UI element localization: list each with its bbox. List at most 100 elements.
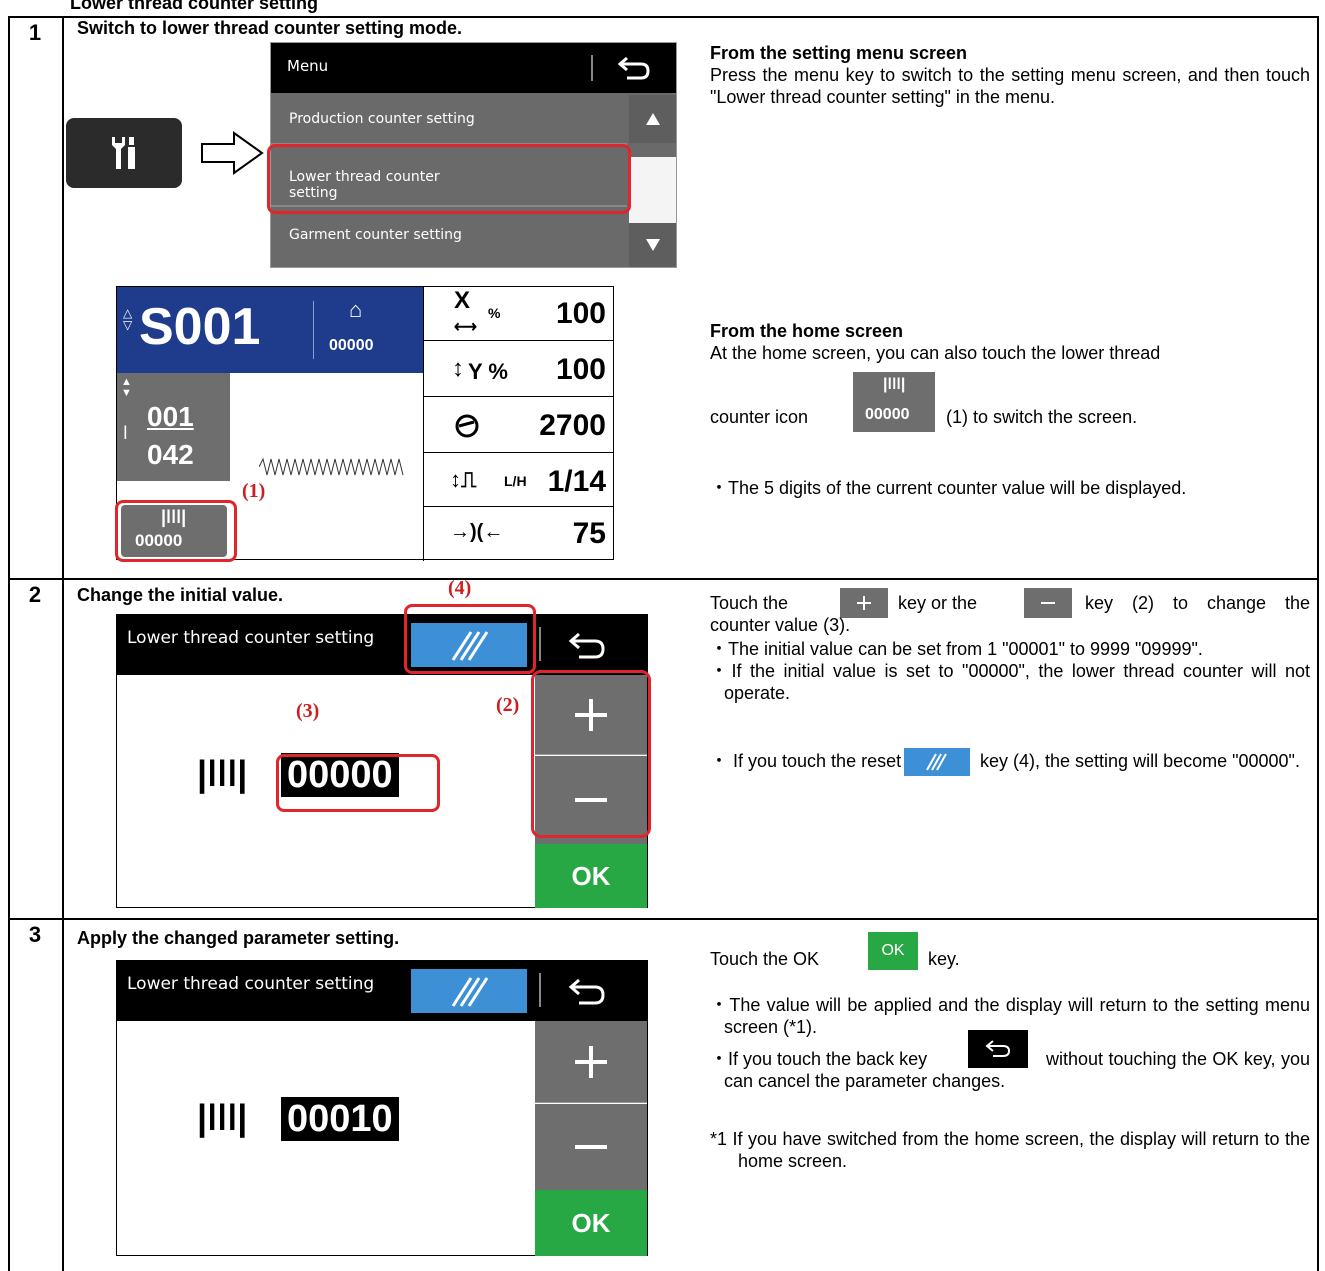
back-icon[interactable]	[567, 977, 607, 1007]
step3-footnote: *1 If you have switched from the home sc…	[710, 1128, 1310, 1172]
plus-key[interactable]	[535, 1021, 647, 1103]
triangle-down-icon	[645, 239, 660, 251]
menu-title: Menu	[287, 57, 329, 75]
step-number: 3	[28, 922, 42, 947]
bobbin-icon: |ǀǀǀ|	[197, 1097, 248, 1138]
step1-desc-b: From the home screen At the home screen,…	[710, 320, 1310, 364]
step-number: 1	[28, 20, 42, 45]
step3-line1: Touch the OK	[710, 948, 819, 970]
step-title: Switch to lower thread counter setting m…	[77, 18, 463, 38]
menu-item-label: Production counter setting	[289, 111, 475, 127]
highlight-reset-key	[404, 604, 536, 674]
step2-line1c: key (2) to change the counter value (3).	[710, 592, 1310, 636]
stitch-preview	[259, 457, 404, 476]
desc-note: ・The 5 digits of the current counter val…	[710, 478, 1187, 498]
tension-icon: →)(←	[450, 521, 504, 543]
desc-text: (1) to switch the screen.	[946, 407, 1138, 427]
step3-note2b: without touching the OK key, you can can…	[724, 1048, 1310, 1092]
scrollbar-thumb[interactable]	[629, 143, 676, 157]
step1-note: ・The 5 digits of the current counter val…	[710, 476, 1310, 501]
x-scale-icon: X ⟷	[454, 287, 477, 337]
scroll-down-button[interactable]	[629, 223, 676, 267]
minus-icon	[575, 1145, 607, 1149]
param-y[interactable]: ↕ Y % 100	[424, 341, 614, 397]
shirt-icon: ⌂	[349, 297, 363, 322]
ok-button[interactable]: OK	[535, 1190, 647, 1256]
callout-4: (4)	[448, 577, 472, 599]
counter-screen-3: Lower thread counter setting |ǀǀǀ| 00010…	[116, 960, 648, 1256]
step-title: Apply the changed parameter setting.	[77, 928, 400, 948]
x-label: %	[488, 305, 501, 321]
pattern-number: S001	[139, 298, 261, 356]
back-icon[interactable]	[567, 631, 607, 661]
plus-icon	[575, 1045, 607, 1078]
highlight-counter-icon	[115, 500, 237, 562]
inline-ok-key: OK	[868, 932, 918, 970]
bobbin-icon: |ǀǀǀ|	[197, 753, 248, 794]
desc-heading: From the home screen	[710, 321, 904, 341]
menu-item-garment[interactable]: Garment counter setting	[271, 209, 627, 267]
step1-desc-a: From the setting menu screen Press the m…	[710, 42, 1310, 108]
menu-key[interactable]	[66, 118, 182, 188]
callout-1: (1)	[242, 480, 266, 502]
param-speed[interactable]: 2700	[424, 397, 614, 453]
desc-note: ・If the initial value is set to "00000",…	[710, 661, 1310, 703]
step2-notes: ・The initial value can be set from 1 "00…	[710, 638, 1310, 704]
menu-item-label: Garment counter setting	[289, 227, 462, 243]
tension-value: 75	[572, 517, 606, 550]
callout-2: (2)	[496, 694, 520, 716]
reset-key[interactable]	[411, 969, 527, 1013]
reset-icon	[451, 977, 489, 1007]
stitch-total: 042	[147, 439, 194, 470]
inline-counter-value: 00000	[865, 406, 910, 423]
section-title: Lower thread counter setting	[70, 0, 319, 13]
step2-note3b: key (4), the setting will become "00000"…	[750, 750, 1310, 772]
step-title: Change the initial value.	[77, 585, 284, 605]
menu-item-production[interactable]: Production counter setting	[271, 95, 627, 145]
highlight-plus-minus	[531, 670, 651, 838]
ok-button[interactable]: OK	[535, 844, 647, 908]
desc-text: Press the menu key to switch to the sett…	[710, 65, 1310, 107]
stitch-panel[interactable]: ▲ ▼ ǀ 001 042	[117, 373, 230, 481]
triangle-up-icon	[645, 113, 660, 125]
needle-icon: ǀ	[123, 423, 128, 443]
stitch-current: 001	[147, 401, 194, 432]
inline-counter-icon: |ǀǀǀ| 00000	[853, 372, 935, 432]
wrench-screwdriver-icon	[112, 137, 135, 169]
screen-title: Lower thread counter setting	[127, 974, 375, 994]
desc-text: key (2) to change the counter value (3).	[710, 593, 1310, 635]
desc-note: without touching the OK key, you can can…	[724, 1049, 1310, 1091]
param-tension[interactable]: →)(← 75	[424, 507, 614, 560]
step3-line1b: key.	[928, 948, 960, 970]
footnote: *1 If you have switched from the home sc…	[710, 1129, 1310, 1171]
arrow-right-icon	[201, 131, 264, 175]
pattern-panel: △ ▽ S001 ⌂ 00000	[117, 287, 423, 373]
presser-foot-icon: ↕⎍	[450, 467, 477, 492]
lh-label: L/H	[504, 473, 527, 489]
desc-heading: From the setting menu screen	[710, 43, 968, 63]
back-icon[interactable]	[617, 55, 651, 81]
x-value: 100	[555, 297, 606, 330]
minus-key[interactable]	[535, 1104, 647, 1190]
y-label: Y %	[468, 359, 508, 384]
desc-text: At the home screen, you can also touch t…	[710, 343, 1161, 363]
scroll-up-button[interactable]	[629, 95, 676, 143]
highlight-lower-thread	[267, 144, 631, 214]
param-lh[interactable]: ↕⎍ L/H 1/14	[424, 453, 614, 507]
desc-note: ・The initial value can be set from 1 "00…	[710, 639, 1203, 659]
callout-3: (3)	[296, 700, 320, 722]
scrollbar-track[interactable]	[629, 143, 676, 223]
y-scale-icon: ↕	[452, 355, 464, 382]
counter-value[interactable]: 00010	[281, 1097, 399, 1141]
screen-title: Lower thread counter setting	[127, 628, 375, 648]
desc-text: key.	[928, 949, 960, 969]
garment-counter: 00000	[329, 337, 374, 354]
param-x[interactable]: X ⟷ % 100	[424, 287, 614, 341]
step1-desc-d: (1) to switch the screen.	[946, 406, 1306, 428]
desc-text: Touch the OK	[710, 949, 820, 969]
highlight-counter-value	[276, 754, 440, 812]
y-value: 100	[555, 353, 606, 386]
desc-text: counter icon	[710, 407, 809, 427]
speed-value: 2700	[539, 409, 606, 442]
lh-value: 1/14	[547, 465, 606, 498]
